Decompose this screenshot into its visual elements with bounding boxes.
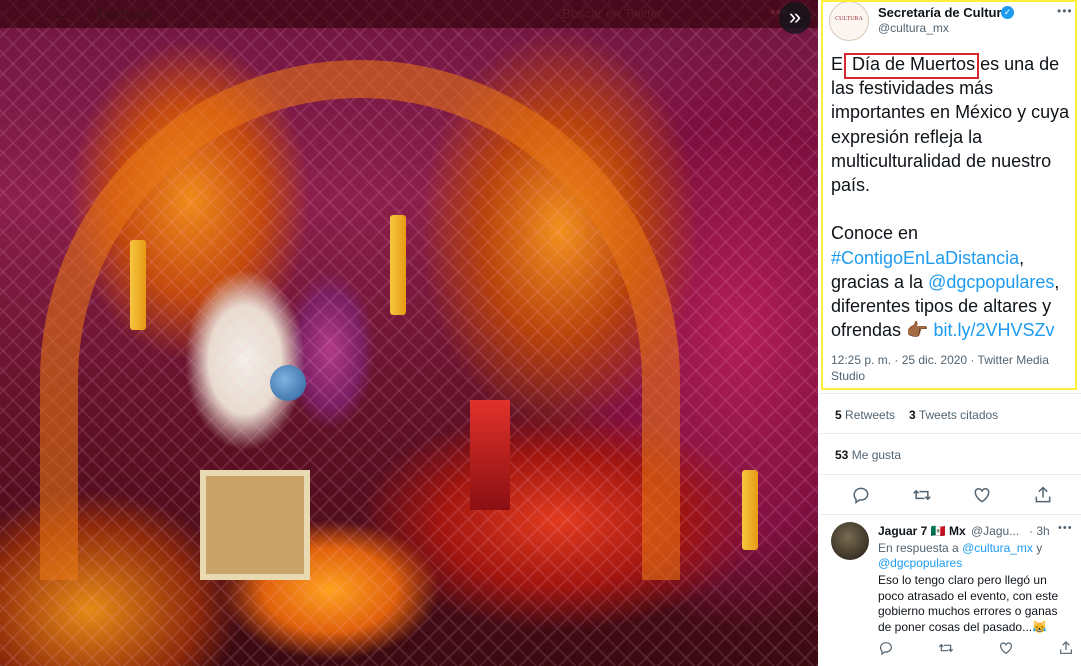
candle [130, 240, 146, 330]
retweets-count: 5 [835, 408, 842, 422]
quotes-stat[interactable]: 3 Tweets citados [909, 408, 998, 422]
retweets-label: Retweets [845, 408, 896, 422]
mention-link[interactable]: @dgcpopulares [878, 556, 962, 570]
like-icon[interactable] [998, 640, 1014, 656]
reply-context-text: y [1032, 541, 1043, 555]
reply-context-text: En respuesta a [878, 541, 963, 555]
likes-label: Me gusta [851, 448, 902, 462]
likes-count: 53 [835, 448, 849, 462]
reply-avatar[interactable] [831, 522, 869, 560]
double-chevron-right-icon: » [788, 4, 802, 29]
collapse-panel-button[interactable]: » [779, 2, 811, 34]
candle [390, 215, 406, 315]
tweet-highlight-frame [821, 0, 1077, 390]
divider [820, 393, 1081, 394]
reply-context: En respuesta a @cultura_mx y @dgcpopular… [878, 541, 1068, 571]
reply-icon[interactable] [878, 640, 894, 656]
red-vase [470, 400, 510, 510]
more-icon[interactable]: ••• [1058, 522, 1073, 534]
candle [742, 470, 758, 550]
media-viewer[interactable]: ← Twittear Buscar en Twitter ••• » [0, 0, 818, 666]
mention-link[interactable]: @cultura_mx [962, 541, 1033, 555]
search-input[interactable]: Buscar en Twitter [552, 4, 732, 24]
divider [820, 514, 1081, 515]
quotes-label: Tweets citados [918, 408, 999, 422]
back-arrow-icon[interactable]: ← [52, 4, 72, 24]
reply-icon[interactable] [851, 485, 871, 505]
globe [270, 365, 306, 401]
quotes-count: 3 [909, 408, 916, 422]
framed-picture [200, 470, 310, 580]
divider [820, 474, 1081, 475]
retweet-icon[interactable] [912, 485, 932, 505]
likes-stat[interactable]: 53 Me gusta [835, 448, 901, 462]
reply-text: Eso lo tengo claro pero llegó un poco at… [878, 573, 1059, 634]
divider [820, 433, 1081, 434]
reply-author-handle[interactable]: @Jagu... [971, 524, 1019, 538]
retweets-stat[interactable]: 5 Retweets [835, 408, 895, 422]
viewer-title: Twittear [96, 6, 153, 23]
reply-author-name[interactable]: Jaguar 7 🇲🇽 Mx [878, 524, 966, 538]
share-icon[interactable] [1033, 485, 1053, 505]
retweet-icon[interactable] [938, 640, 954, 656]
like-icon[interactable] [972, 485, 992, 505]
share-icon[interactable] [1058, 640, 1074, 656]
reply-time[interactable]: · 3h [1029, 524, 1050, 538]
